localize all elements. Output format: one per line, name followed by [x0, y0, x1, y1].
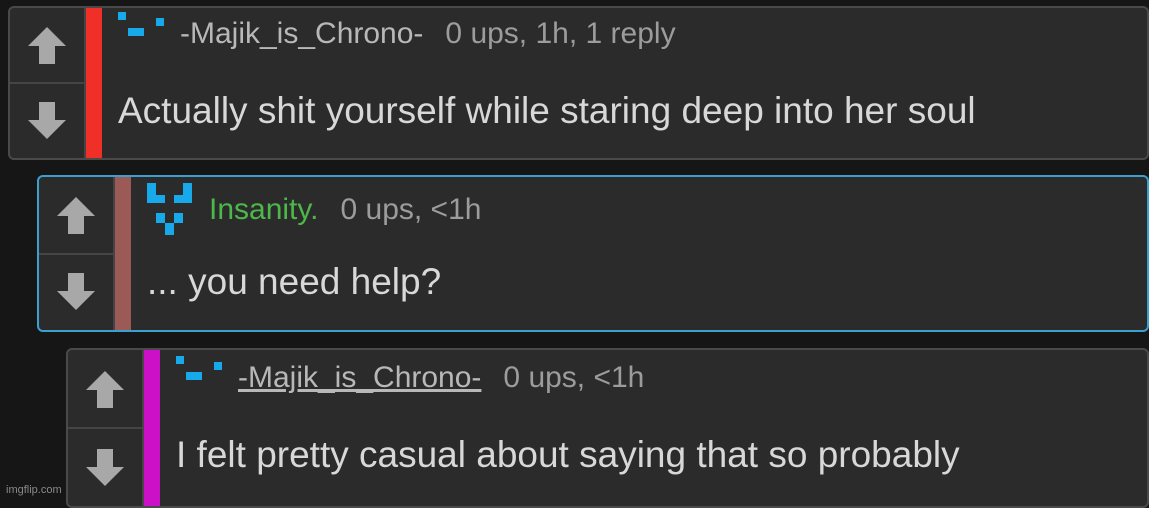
upvote-button[interactable]	[10, 8, 86, 82]
arrow-down-icon	[57, 273, 95, 311]
comment-meta: -Majik_is_Chrono- 0 ups, 1h, 1 reply	[118, 12, 676, 56]
arrow-down-icon	[28, 102, 66, 139]
arrow-up-icon	[57, 196, 95, 234]
downvote-button[interactable]	[10, 82, 86, 158]
arrow-up-icon	[28, 27, 66, 64]
upvote-button[interactable]	[68, 350, 144, 427]
downvote-button[interactable]	[39, 252, 115, 330]
comment-meta: -Majik_is_Chrono- 0 ups, <1h	[176, 356, 644, 400]
comment-stats: 0 ups, 1h, 1 reply	[445, 17, 676, 50]
arrow-up-icon	[86, 370, 124, 408]
comment-1: -Majik_is_Chrono- 0 ups, 1h, 1 reply Act…	[8, 6, 1149, 160]
pixel-avatar-icon	[176, 356, 222, 380]
thread-depth-bar	[115, 177, 131, 330]
pixel-avatar-icon	[147, 183, 192, 235]
comment-username[interactable]: -Majik_is_Chrono-	[180, 17, 423, 51]
vote-column	[10, 8, 86, 158]
watermark: imgflip.com	[6, 484, 62, 496]
comment-3: -Majik_is_Chrono- 0 ups, <1h I felt pret…	[66, 348, 1149, 508]
comment-2: Insanity. 0 ups, <1h ... you need help?	[37, 175, 1149, 332]
comment-stats: 0 ups, <1h	[503, 361, 645, 394]
vote-column	[68, 350, 144, 506]
comment-text: ... you need help?	[147, 261, 442, 302]
comment-meta: Insanity. 0 ups, <1h	[147, 183, 481, 237]
comment-username[interactable]: Insanity.	[209, 193, 319, 227]
arrow-down-icon	[86, 448, 124, 486]
thread-depth-bar	[86, 8, 102, 158]
vote-column	[39, 177, 115, 330]
comment-username[interactable]: -Majik_is_Chrono-	[238, 361, 481, 395]
downvote-button[interactable]	[68, 427, 144, 506]
comment-text: I felt pretty casual about saying that s…	[176, 434, 960, 475]
comment-text: Actually shit yourself while staring dee…	[118, 90, 976, 131]
pixel-avatar-icon	[118, 12, 164, 36]
upvote-button[interactable]	[39, 177, 115, 253]
thread-depth-bar	[144, 350, 160, 506]
comment-stats: 0 ups, <1h	[340, 193, 482, 226]
